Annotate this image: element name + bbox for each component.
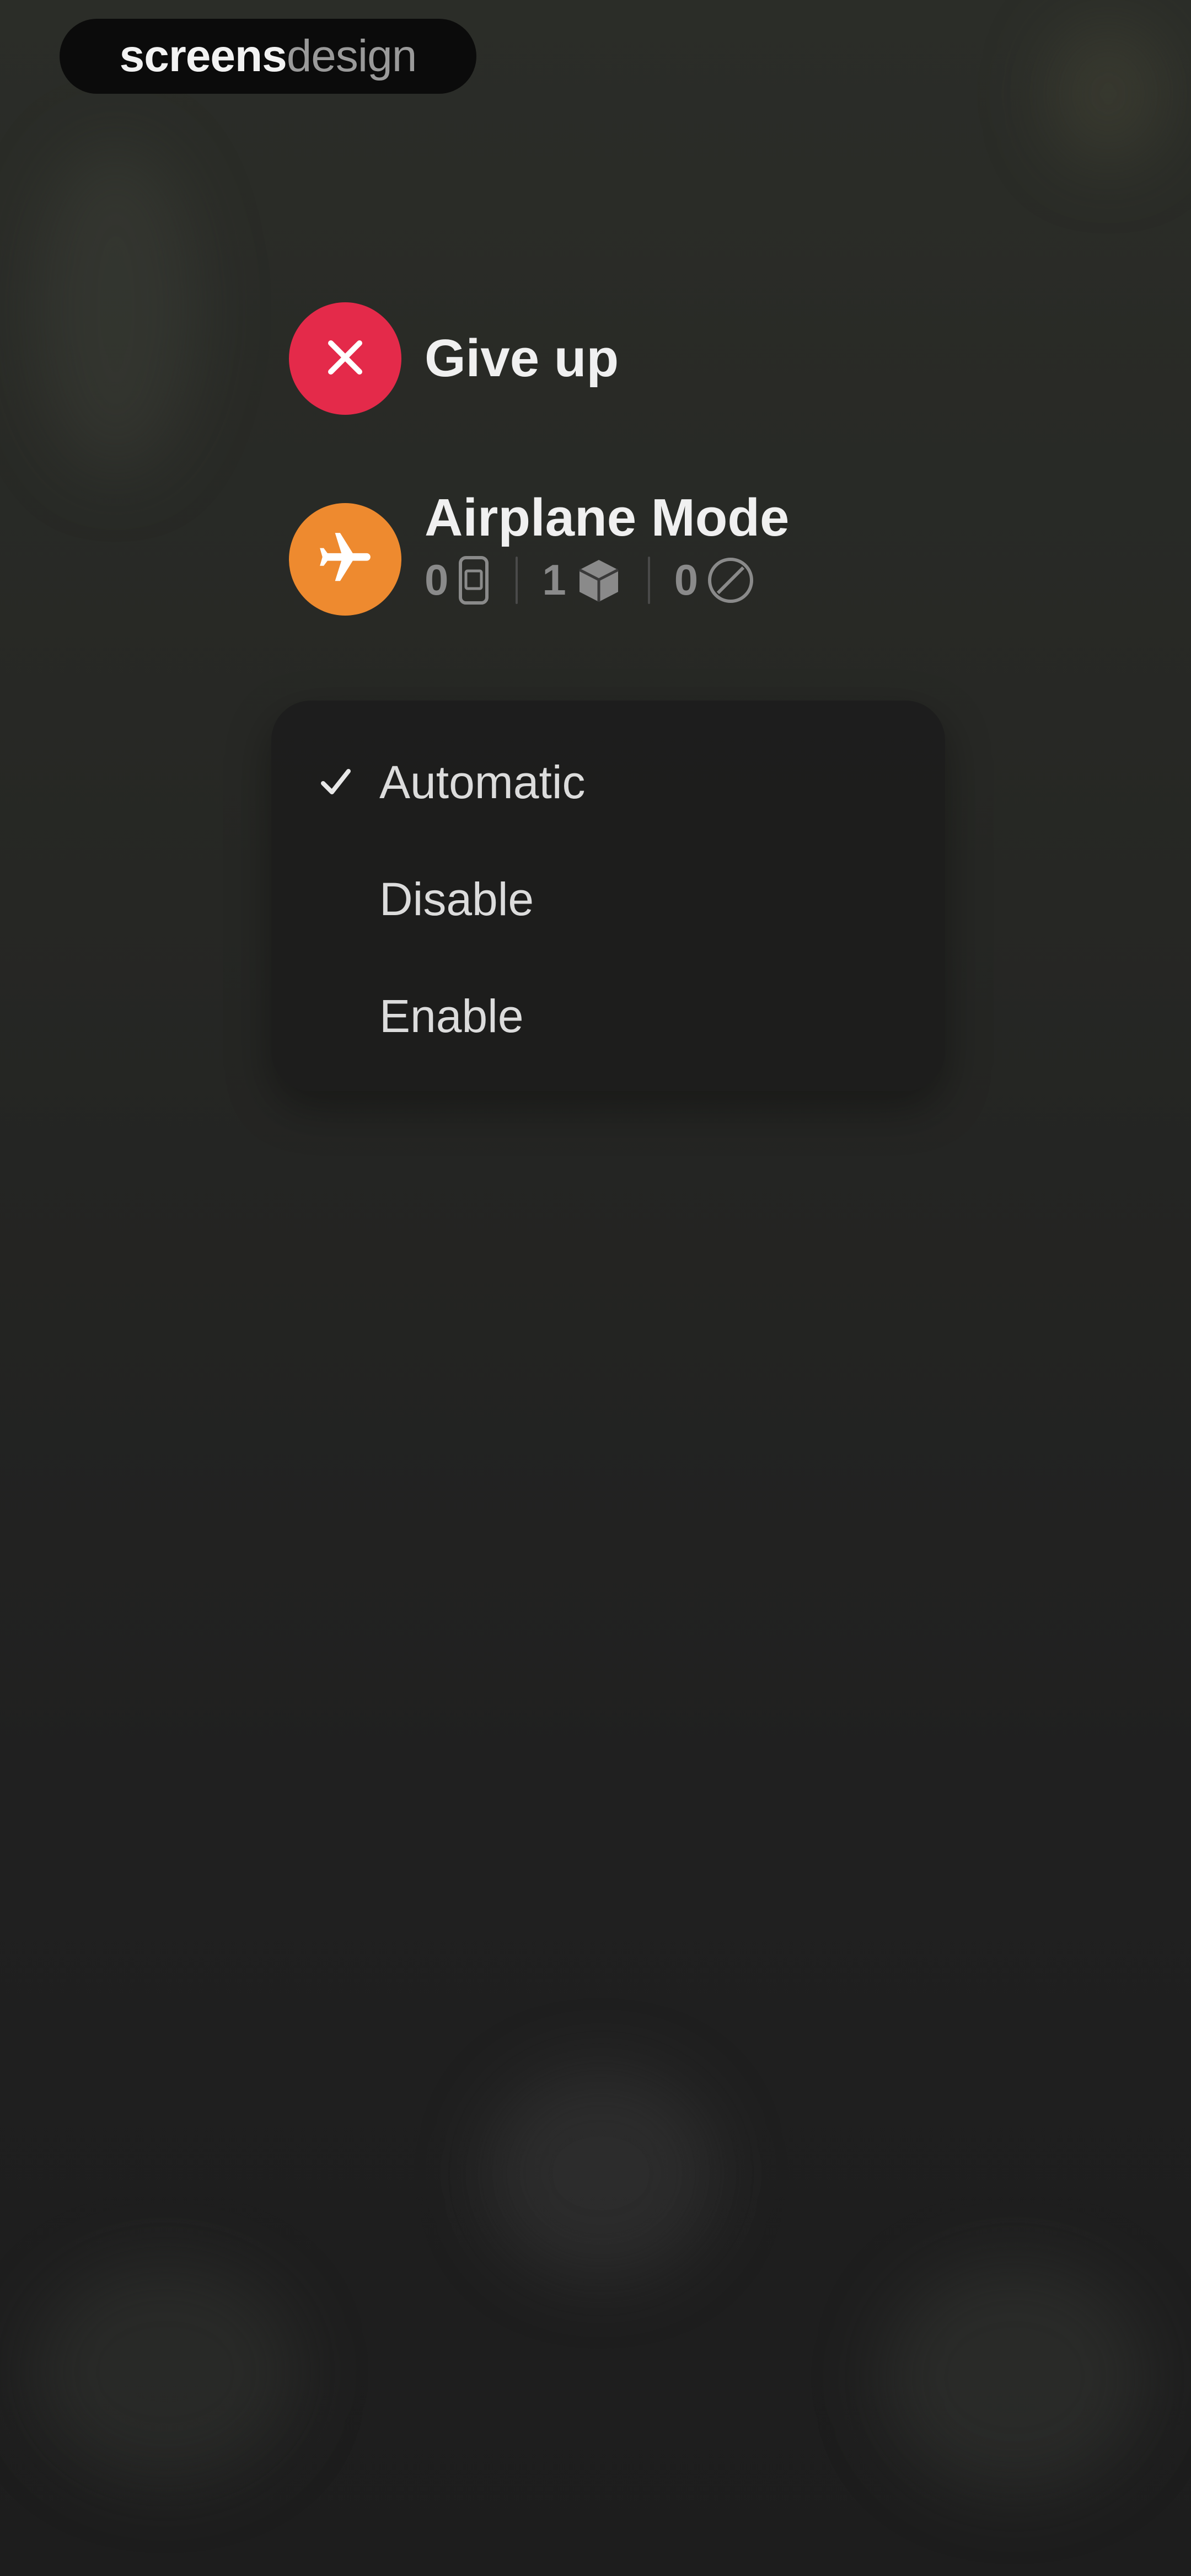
- stat-devices: 0: [425, 555, 491, 605]
- give-up-label: Give up: [425, 329, 619, 388]
- airplane-mode-stats: 0 1 0: [425, 555, 789, 605]
- stat-blocked: 0: [674, 555, 755, 605]
- give-up-button[interactable]: [289, 302, 401, 415]
- stat-packages: 1: [542, 555, 623, 605]
- airplane-icon: [315, 528, 375, 591]
- menu-item-enable[interactable]: Enable: [271, 958, 945, 1075]
- watermark-logo: screens design: [60, 19, 476, 94]
- airplane-mode-options-menu: Automatic Disable Enable: [271, 701, 945, 1091]
- stat-blocked-value: 0: [674, 555, 699, 605]
- stat-separator: [647, 556, 650, 604]
- airplane-mode-button[interactable]: [289, 503, 401, 616]
- menu-item-automatic[interactable]: Automatic: [271, 724, 945, 841]
- background-blob: [33, 2262, 298, 2482]
- menu-item-label: Automatic: [379, 756, 586, 808]
- background-blob: [1048, 22, 1169, 165]
- watermark-strong-text: screens: [119, 31, 287, 81]
- close-icon: [323, 335, 367, 382]
- checkmark-icon: [318, 765, 353, 800]
- airplane-mode-action[interactable]: Airplane Mode 0 1 0: [289, 488, 789, 616]
- stat-devices-value: 0: [425, 555, 449, 605]
- background-blob: [485, 2069, 717, 2278]
- give-up-action[interactable]: Give up: [289, 302, 619, 415]
- menu-item-label: Disable: [379, 873, 534, 925]
- airplane-mode-label: Airplane Mode: [425, 488, 790, 547]
- watermark-light-text: design: [286, 31, 417, 81]
- box-icon: [574, 555, 624, 605]
- stat-separator: [516, 556, 518, 604]
- stat-packages-value: 1: [542, 555, 566, 605]
- phone-icon: [456, 555, 491, 605]
- menu-item-disable[interactable]: Disable: [271, 841, 945, 958]
- background-blob: [33, 143, 198, 474]
- menu-item-label: Enable: [379, 990, 524, 1042]
- background-blob: [882, 2262, 1147, 2493]
- blocked-icon: [706, 555, 755, 605]
